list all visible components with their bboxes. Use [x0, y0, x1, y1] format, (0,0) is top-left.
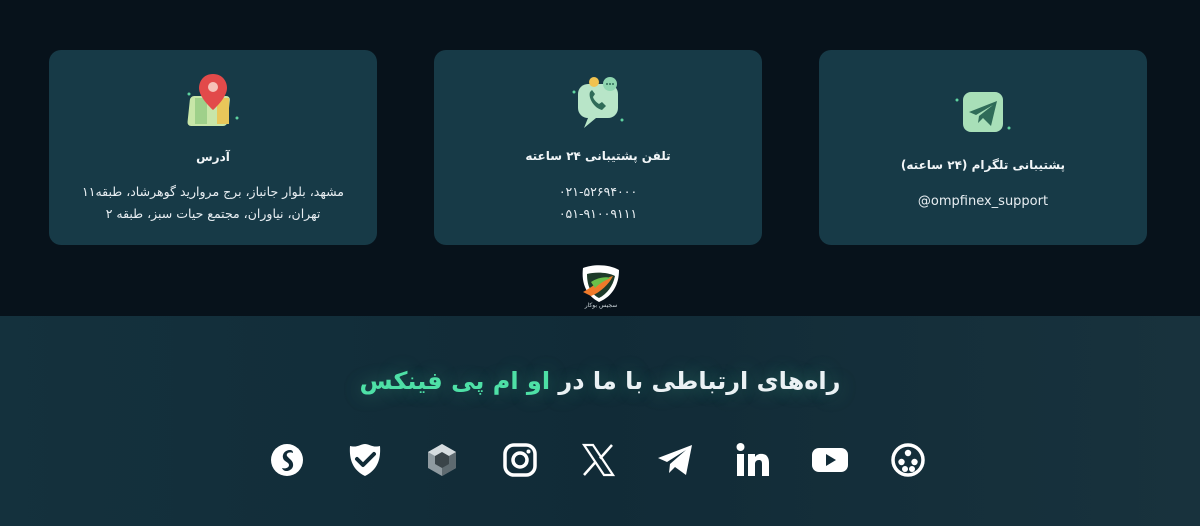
map-pin-icon	[181, 70, 245, 138]
rubika-icon[interactable]	[889, 441, 927, 479]
youtube-icon[interactable]	[811, 441, 849, 479]
virgool-icon[interactable]	[346, 441, 384, 479]
address-title: آدرس	[196, 150, 230, 164]
x-icon[interactable]	[579, 441, 617, 479]
instagram-icon[interactable]	[501, 441, 539, 479]
heading-accent: او ام پی فینکس	[359, 367, 551, 395]
telegram-card: پشتیبانی تلگرام (۲۴ ساعته) @ompfinex_sup…	[819, 50, 1147, 245]
phone-chat-icon	[566, 70, 630, 138]
phone-card: تلفن پشتیبانی ۲۴ ساعته ۰۲۱-۵۲۶۹۴۰۰۰ ۰۵۱-…	[434, 50, 762, 245]
cube-icon[interactable]	[423, 441, 461, 479]
telegram-icon[interactable]	[656, 441, 694, 479]
phone-number-1[interactable]: ۰۲۱-۵۲۶۹۴۰۰۰	[434, 184, 762, 200]
social-links	[0, 441, 1200, 481]
social-heading: راه‌های ارتباطی با ما در او ام پی فینکس	[0, 367, 1200, 395]
address-card: آدرس مشهد، بلوار جانباز، برج مروارید گوه…	[49, 50, 377, 245]
phone-title: تلفن پشتیبانی ۲۴ ساعته	[525, 149, 671, 163]
paper-plane-icon	[953, 88, 1013, 144]
telegram-title: پشتیبانی تلگرام (۲۴ ساعته)	[900, 158, 1066, 172]
aparat-icon[interactable]	[268, 441, 306, 479]
linkedin-icon[interactable]	[734, 441, 772, 479]
heading-main: راه‌های ارتباطی با ما در	[550, 367, 841, 395]
address-line-1: مشهد، بلوار جانباز، برج مروارید گوهرشاد،…	[82, 184, 344, 199]
phone-number-2[interactable]: ۰۵۱-۹۱۰۰۹۱۱۱	[434, 206, 762, 222]
brand-logo-caption: سجیس بوکار	[584, 302, 618, 309]
social-footer	[0, 316, 1200, 526]
telegram-handle[interactable]: @ompfinex_support	[819, 194, 1147, 210]
address-line-2: تهران، نیاوران، مجتمع حیات سبز، طبقه ۲	[105, 206, 321, 221]
